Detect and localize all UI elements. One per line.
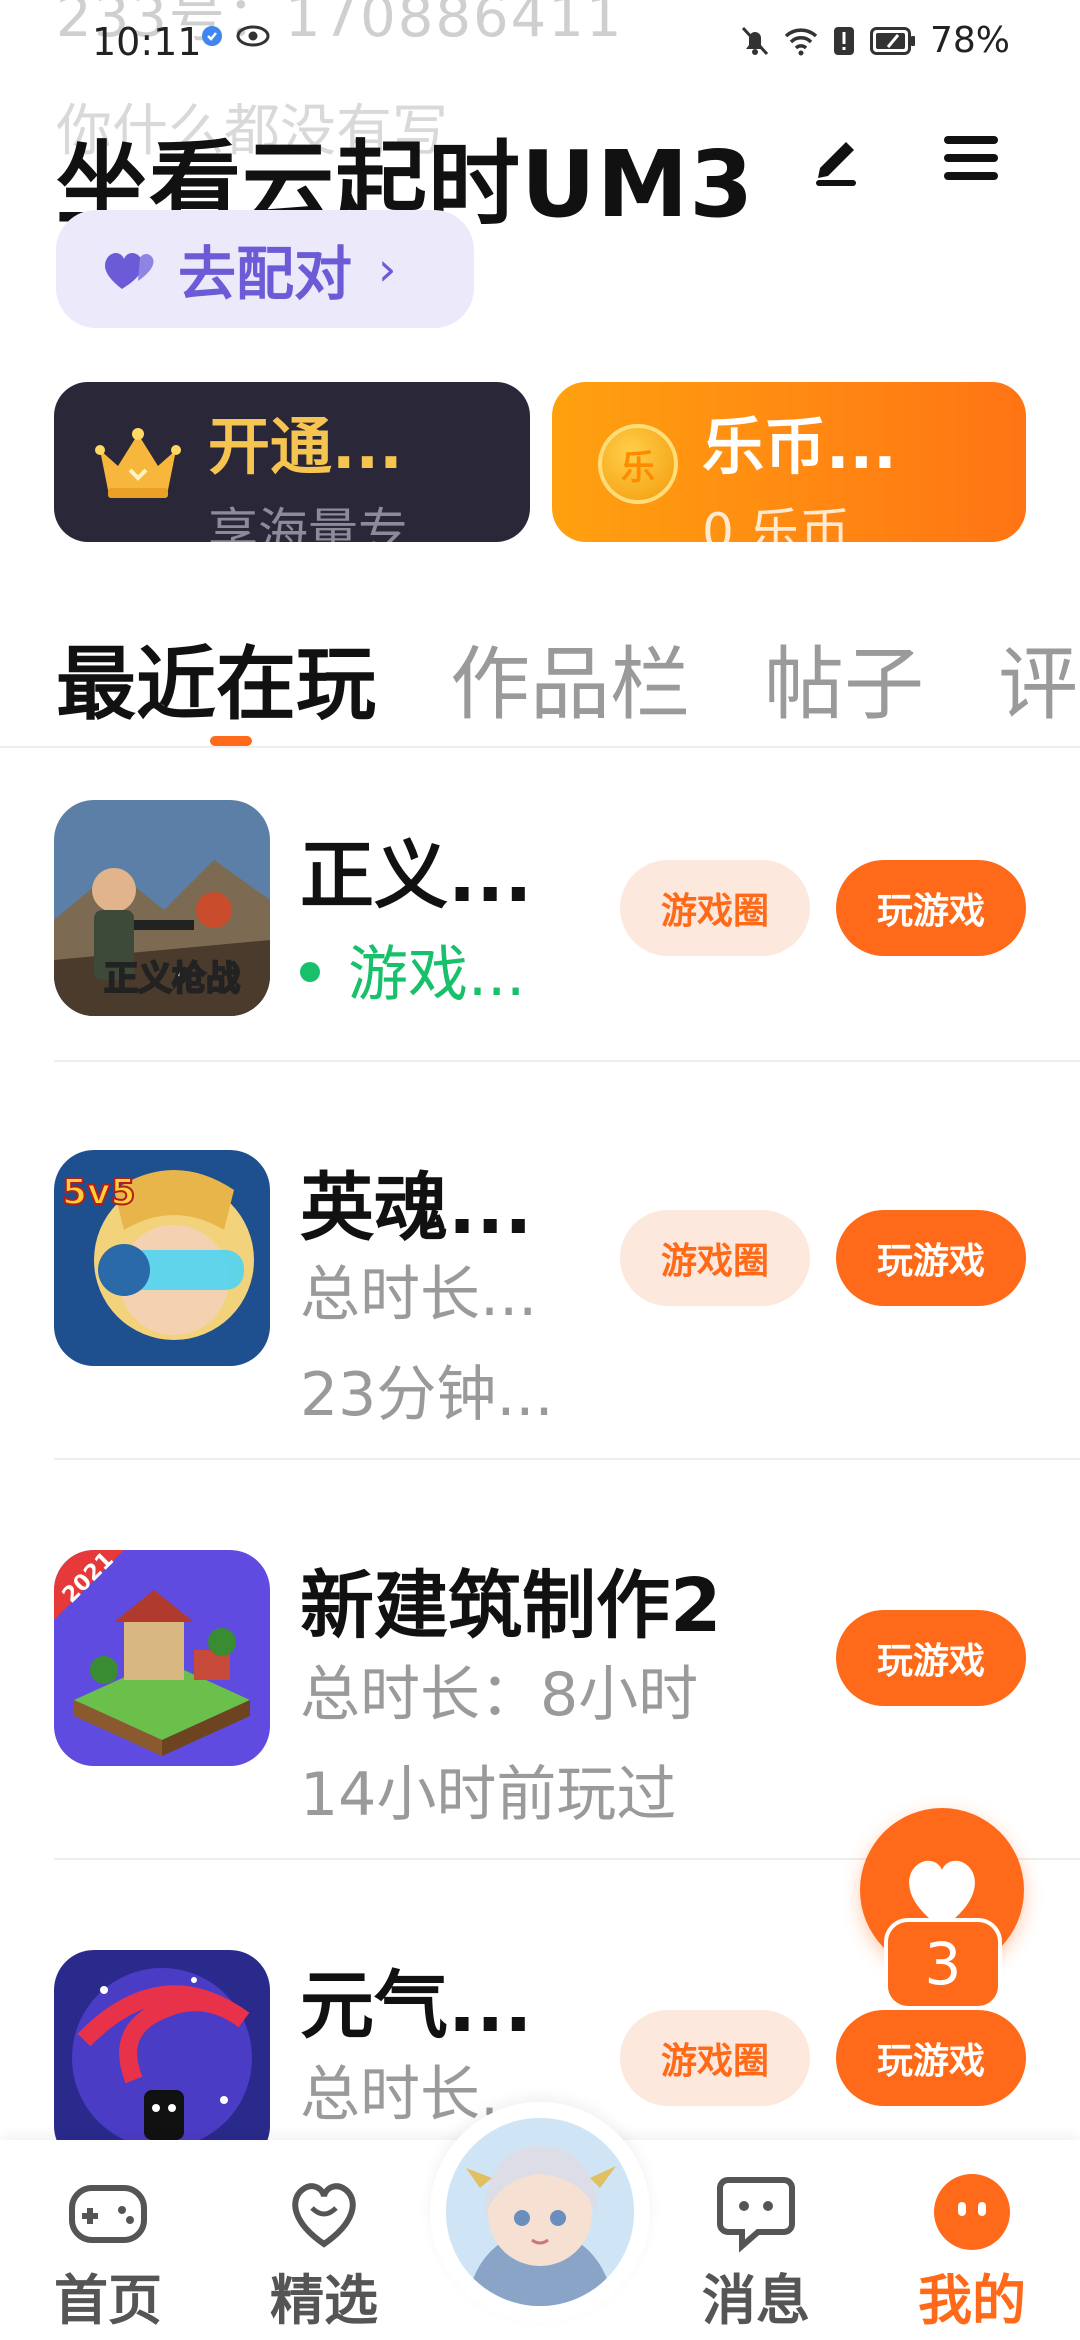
crown-icon [95, 428, 181, 498]
online-dot [300, 962, 320, 983]
game-icon[interactable] [54, 1950, 270, 2166]
game-icon-label: 正义枪战 [104, 959, 240, 999]
game-circle-button[interactable]: 游戏圈 [620, 2010, 810, 2106]
game-row[interactable]: 正义枪战 正义... 游戏... 游戏圈 玩游戏 [0, 800, 1080, 1060]
game-last-played: 14小时前玩过 [300, 1760, 677, 1830]
vip-title: 开通... [208, 410, 403, 483]
row-divider [54, 1060, 1080, 1062]
pen-icon [816, 142, 856, 186]
nav-home[interactable]: 首页 [18, 2140, 198, 2340]
game-circle-button[interactable]: 游戏圈 [620, 860, 810, 956]
game-icon-label: 5v5 [62, 1172, 136, 1213]
tab-posts[interactable]: 帖子 [764, 620, 924, 731]
menu-button[interactable] [940, 130, 1002, 186]
profile-tabs: 最近在玩 作品栏 帖子 评 [56, 620, 1078, 731]
vip-card[interactable]: 开通... 享海量专... [54, 382, 530, 542]
game-status-text: 游戏... [348, 940, 526, 1010]
game-icon[interactable]: 2021 [54, 1550, 270, 1766]
game-online-status: 游戏... [300, 926, 525, 1013]
edit-profile-button[interactable] [806, 128, 866, 188]
game-playtime: 总时长：8小时 [300, 1660, 699, 1730]
tabs-divider [0, 746, 1080, 748]
active-tab-indicator [210, 736, 252, 746]
game-row[interactable]: 2021 新建筑制作2 总时长：8小时 14小时前玩过 玩游戏 [0, 1550, 1080, 1830]
match-label: 去配对 [178, 240, 353, 308]
nav-featured[interactable]: 精选 [234, 2140, 414, 2340]
status-right: 78% [740, 20, 1010, 61]
nav-label: 精选 [270, 2269, 378, 2332]
profile-face-icon [934, 2174, 1010, 2250]
nav-profile[interactable]: 我的 [882, 2140, 1062, 2340]
game-name: 新建筑制作2 [300, 1563, 722, 1649]
play-game-button[interactable]: 玩游戏 [836, 860, 1026, 956]
tab-works[interactable]: 作品栏 [450, 620, 690, 731]
play-game-button[interactable]: 玩游戏 [836, 1610, 1026, 1706]
nav-label: 消息 [702, 2269, 810, 2332]
hamburger-icon [944, 136, 998, 180]
play-game-button[interactable]: 玩游戏 [836, 1210, 1026, 1306]
game-icon[interactable]: 正义枪战 [54, 800, 270, 1016]
status-time: 10:11 [92, 20, 202, 64]
play-game-button[interactable]: 玩游戏 [836, 2010, 1026, 2106]
game-name: 正义... [300, 833, 533, 919]
heart-chat-icon [292, 2183, 356, 2248]
mute-bell-icon [741, 26, 769, 55]
avatar[interactable] [446, 2118, 634, 2306]
alert-icon [833, 26, 854, 55]
wifi-icon [784, 27, 818, 55]
match-button[interactable]: 去配对 › [56, 210, 474, 328]
nav-label: 我的 [918, 2269, 1026, 2332]
floating-badge-count: 3 [884, 1918, 1002, 2010]
game-circle-button[interactable]: 游戏圈 [620, 1210, 810, 1306]
row-divider [54, 1458, 1080, 1460]
nav-label: 首页 [54, 2269, 162, 2332]
hearts-icon [104, 252, 154, 289]
vip-subtitle: 享海量专... [208, 503, 456, 542]
game-name: 英魂... [300, 1165, 533, 1251]
game-row[interactable]: 5v5 英魂... 总时长... 23分钟... 游戏圈 玩游戏 [0, 1150, 1080, 1430]
coin-balance: 0 乐币 [702, 503, 850, 542]
eye-icon [236, 25, 270, 47]
game-playtime: 总时长... [300, 1260, 538, 1330]
gamepad-icon [69, 2185, 147, 2243]
coin-icon: 乐 [598, 424, 678, 504]
tab-recent-played[interactable]: 最近在玩 [56, 620, 376, 731]
battery-icon [869, 26, 915, 55]
status-bar: 10:11 78% [0, 0, 1080, 90]
coin-card[interactable]: 乐 乐币... 0 乐币 [552, 382, 1026, 542]
nav-messages[interactable]: 消息 [666, 2140, 846, 2340]
game-name: 元气... [300, 1963, 533, 2049]
game-icon[interactable]: 5v5 [54, 1150, 270, 1366]
message-icon [717, 2177, 795, 2253]
battery-percent: 78% [929, 20, 1010, 61]
coin-title: 乐币... [702, 410, 897, 483]
app-notification-icon [202, 26, 222, 46]
chevron-right-icon: › [378, 242, 397, 296]
game-last-played: 23分钟... [300, 1360, 554, 1430]
status-left-icons [200, 24, 270, 48]
tab-comments[interactable]: 评 [998, 620, 1078, 731]
